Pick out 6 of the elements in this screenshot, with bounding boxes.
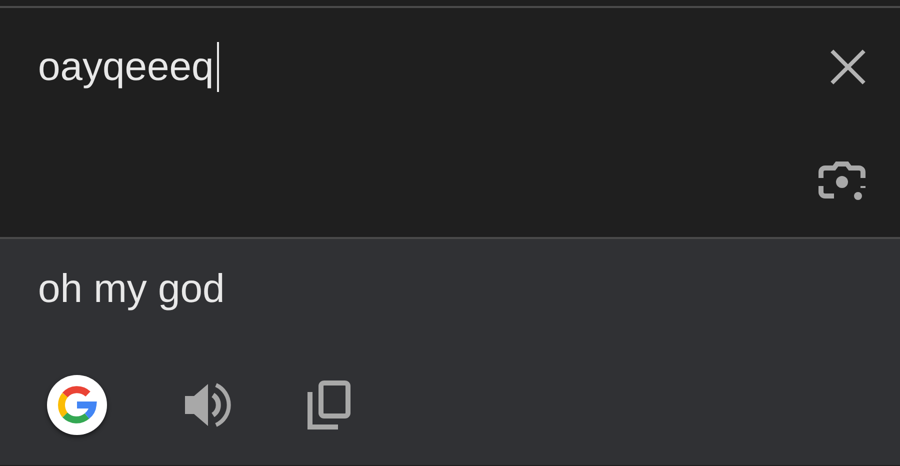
logo-button[interactable] <box>47 375 107 435</box>
copy-button[interactable] <box>307 380 351 430</box>
speaker-button[interactable] <box>183 382 231 428</box>
translation-text: oh my god <box>38 266 225 313</box>
input-field[interactable]: oayqeeeq <box>38 42 219 92</box>
close-button[interactable] <box>830 49 866 85</box>
